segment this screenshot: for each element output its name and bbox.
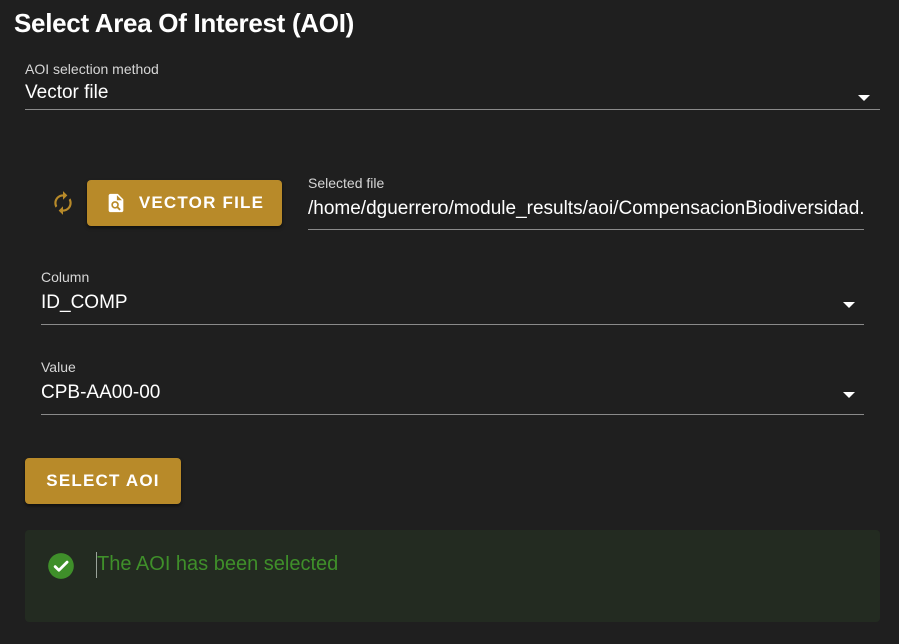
select-aoi-button-label: SELECT AOI <box>46 471 160 490</box>
aoi-method-underline <box>25 109 880 110</box>
alert-message: The AOI has been selected <box>97 553 339 575</box>
vector-file-button[interactable]: VECTOR FILE <box>87 180 282 226</box>
chevron-down-icon[interactable] <box>843 392 855 398</box>
refresh-icon[interactable] <box>50 190 76 216</box>
column-value[interactable]: ID_COMP <box>41 292 821 314</box>
aoi-method-value[interactable]: Vector file <box>25 82 825 104</box>
chevron-down-icon[interactable] <box>843 302 855 308</box>
column-underline <box>41 324 864 325</box>
selected-file-underline <box>308 229 864 230</box>
value-value[interactable]: CPB-AA00-00 <box>41 382 821 404</box>
file-search-icon <box>108 193 124 213</box>
selected-file-value[interactable]: /home/dguerrero/module_results/aoi/Compe… <box>308 198 864 220</box>
value-underline <box>41 414 864 415</box>
vector-file-button-label: VECTOR FILE <box>138 193 265 212</box>
selected-file-label: Selected file <box>308 175 385 191</box>
chevron-down-icon[interactable] <box>858 95 870 101</box>
value-label: Value <box>41 359 76 375</box>
aoi-method-label: AOI selection method <box>25 61 159 77</box>
select-aoi-button[interactable]: SELECT AOI <box>25 458 181 504</box>
check-circle-icon <box>48 553 74 579</box>
page-title: Select Area Of Interest (AOI) <box>14 8 354 38</box>
column-label: Column <box>41 269 90 285</box>
success-alert: The AOI has been selected <box>25 530 880 622</box>
